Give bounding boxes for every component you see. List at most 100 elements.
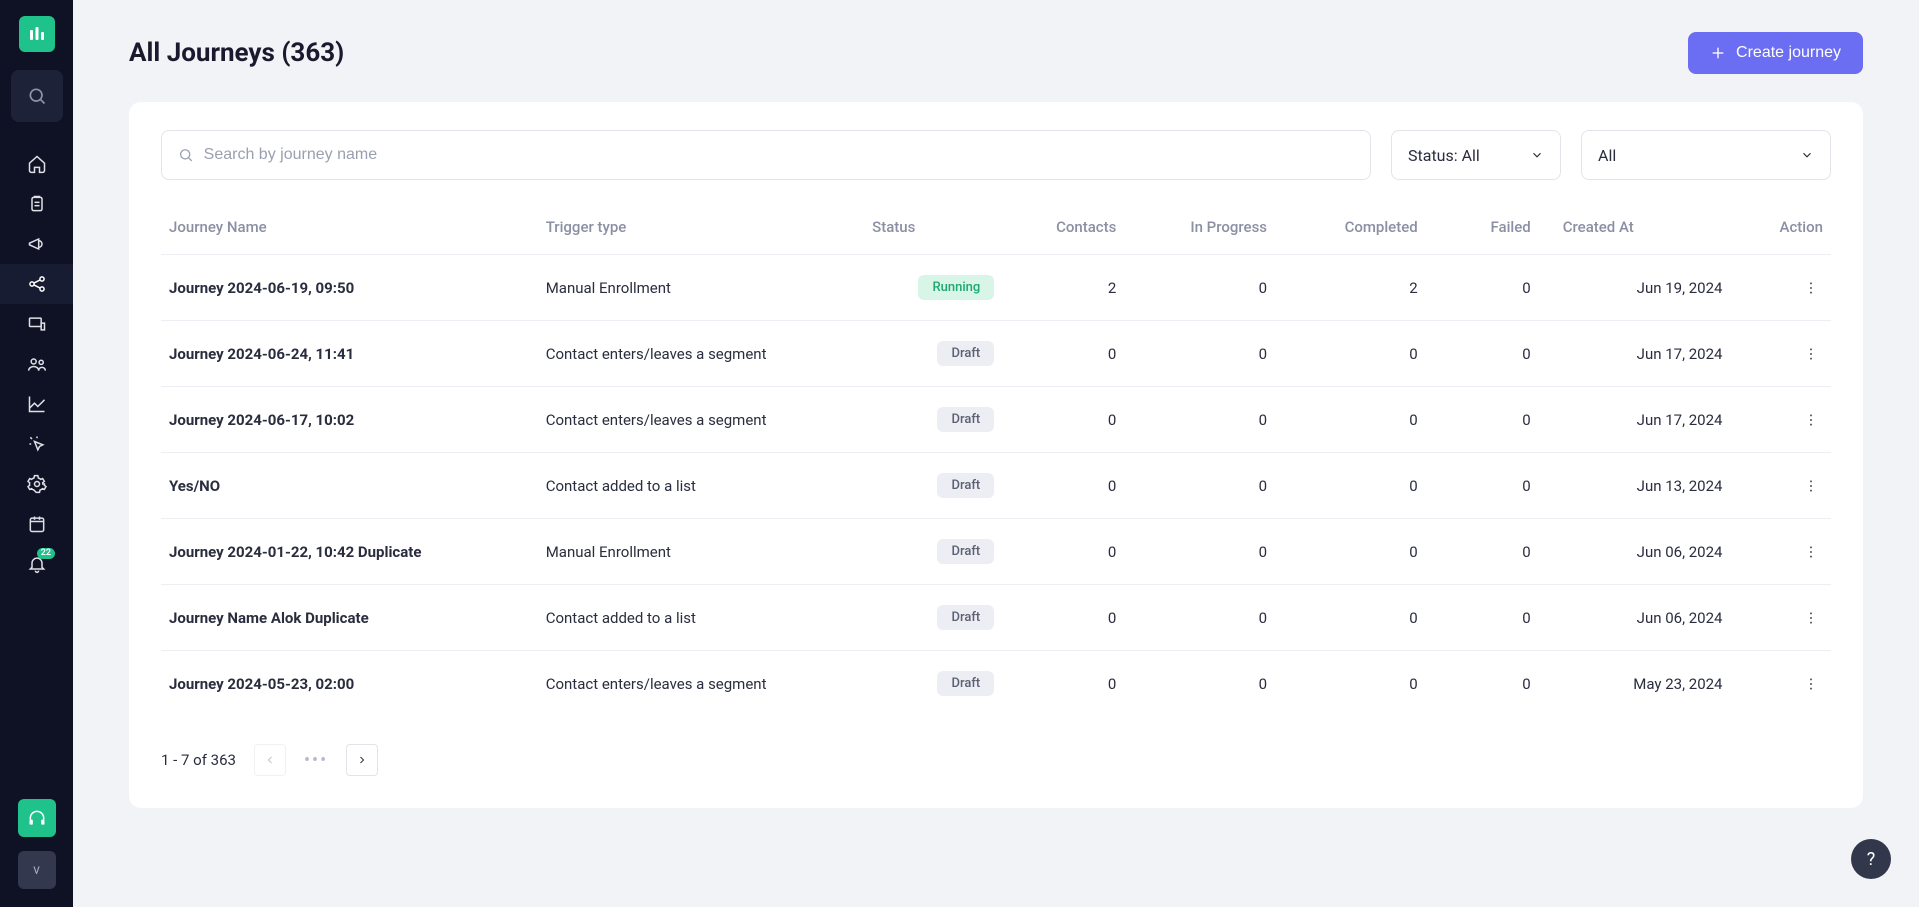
row-menu-button[interactable] <box>1799 408 1823 432</box>
journey-name-cell[interactable]: Journey 2024-06-24, 11:41 <box>161 321 538 387</box>
action-cell <box>1730 453 1831 519</box>
created-cell: Jun 17, 2024 <box>1555 387 1731 453</box>
clipboard-icon <box>27 194 47 214</box>
journey-name-cell[interactable]: Journey 2024-05-23, 02:00 <box>161 651 538 717</box>
row-menu-button[interactable] <box>1799 276 1823 300</box>
status-badge: Draft <box>937 539 994 564</box>
nav-analytics[interactable] <box>0 384 73 424</box>
nav-home[interactable] <box>0 144 73 184</box>
failed-cell: 0 <box>1442 321 1555 387</box>
nav-calendar[interactable] <box>0 504 73 544</box>
created-cell: Jun 17, 2024 <box>1555 321 1731 387</box>
action-cell <box>1730 255 1831 321</box>
completed-cell: 0 <box>1291 651 1442 717</box>
kebab-icon <box>1803 346 1819 362</box>
nav-contacts[interactable] <box>0 344 73 384</box>
journey-name-cell[interactable]: Journey Name Alok Duplicate <box>161 585 538 651</box>
inprogress-cell: 0 <box>1140 651 1291 717</box>
main-content: All Journeys (363) Create journey Status… <box>73 0 1919 907</box>
nav-clipboard[interactable] <box>0 184 73 224</box>
journeys-card: Status: All All Journey Name Trigger typ… <box>129 102 1863 808</box>
row-menu-button[interactable] <box>1799 672 1823 696</box>
row-menu-button[interactable] <box>1799 606 1823 630</box>
col-completed-header: Completed <box>1291 204 1442 255</box>
completed-cell: 0 <box>1291 453 1442 519</box>
failed-cell: 0 <box>1442 255 1555 321</box>
failed-cell: 0 <box>1442 387 1555 453</box>
failed-cell: 0 <box>1442 651 1555 717</box>
nav-journeys[interactable] <box>0 264 73 304</box>
table-row: Journey 2024-06-17, 10:02 Contact enters… <box>161 387 1831 453</box>
trigger-cell: Contact enters/leaves a segment <box>538 387 864 453</box>
search-input[interactable] <box>204 146 1354 164</box>
contacts-cell: 0 <box>1002 651 1140 717</box>
plus-icon <box>1710 45 1726 61</box>
action-cell <box>1730 585 1831 651</box>
journey-name-cell[interactable]: Journey 2024-01-22, 10:42 Duplicate <box>161 519 538 585</box>
brand-logo <box>19 16 55 52</box>
chevron-down-icon <box>1800 148 1814 162</box>
created-cell: May 23, 2024 <box>1555 651 1731 717</box>
scope-filter[interactable]: All <box>1581 130 1831 180</box>
status-cell: Draft <box>864 519 1002 585</box>
trigger-cell: Manual Enrollment <box>538 255 864 321</box>
search-journey-box[interactable] <box>161 130 1371 180</box>
trigger-cell: Contact enters/leaves a segment <box>538 321 864 387</box>
create-journey-label: Create journey <box>1736 44 1841 62</box>
contacts-cell: 0 <box>1002 585 1140 651</box>
nav-notifications[interactable]: 22 <box>0 544 73 584</box>
journey-name-cell[interactable]: Journey 2024-06-19, 09:50 <box>161 255 538 321</box>
cursor-click-icon <box>27 434 47 454</box>
prev-page-button[interactable] <box>254 744 286 776</box>
support-button[interactable] <box>18 799 56 837</box>
created-cell: Jun 13, 2024 <box>1555 453 1731 519</box>
kebab-icon <box>1803 478 1819 494</box>
next-page-button[interactable] <box>346 744 378 776</box>
col-inprogress-header: In Progress <box>1140 204 1291 255</box>
contacts-cell: 0 <box>1002 387 1140 453</box>
status-cell: Running <box>864 255 1002 321</box>
chevron-right-icon <box>356 754 368 766</box>
help-button[interactable]: ? <box>1851 839 1891 879</box>
nav-icons: 22 <box>0 144 73 584</box>
completed-cell: 0 <box>1291 519 1442 585</box>
created-cell: Jun 19, 2024 <box>1555 255 1731 321</box>
status-badge: Draft <box>937 407 994 432</box>
nav-settings[interactable] <box>0 464 73 504</box>
trigger-cell: Contact enters/leaves a segment <box>538 651 864 717</box>
kebab-icon <box>1803 676 1819 692</box>
inprogress-cell: 0 <box>1140 255 1291 321</box>
col-trigger-header: Trigger type <box>538 204 864 255</box>
nav-announce[interactable] <box>0 224 73 264</box>
create-journey-button[interactable]: Create journey <box>1688 32 1863 74</box>
home-icon <box>27 154 47 174</box>
status-filter[interactable]: Status: All <box>1391 130 1561 180</box>
nav-engage[interactable] <box>0 424 73 464</box>
kebab-icon <box>1803 412 1819 428</box>
inprogress-cell: 0 <box>1140 585 1291 651</box>
journeys-table: Journey Name Trigger type Status Contact… <box>161 204 1831 716</box>
search-icon <box>27 86 47 106</box>
trigger-cell: Contact added to a list <box>538 585 864 651</box>
journey-name-cell[interactable]: Journey 2024-06-17, 10:02 <box>161 387 538 453</box>
table-header-row: Journey Name Trigger type Status Contact… <box>161 204 1831 255</box>
sidebar: 22 v <box>0 0 73 907</box>
row-menu-button[interactable] <box>1799 342 1823 366</box>
table-row: Journey 2024-06-19, 09:50 Manual Enrollm… <box>161 255 1831 321</box>
col-created-header: Created At <box>1555 204 1731 255</box>
col-status-header: Status <box>864 204 1002 255</box>
status-cell: Draft <box>864 453 1002 519</box>
col-failed-header: Failed <box>1442 204 1555 255</box>
row-menu-button[interactable] <box>1799 474 1823 498</box>
help-label: ? <box>1867 849 1876 870</box>
status-filter-label: Status: All <box>1408 146 1480 165</box>
bars-icon <box>28 25 46 43</box>
gear-icon <box>27 474 47 494</box>
nav-templates[interactable] <box>0 304 73 344</box>
action-cell <box>1730 519 1831 585</box>
pagination: 1 - 7 of 363 ••• <box>161 744 1831 776</box>
journey-name-cell[interactable]: Yes/NO <box>161 453 538 519</box>
sidebar-search-button[interactable] <box>11 70 63 122</box>
user-avatar[interactable]: v <box>18 851 56 889</box>
row-menu-button[interactable] <box>1799 540 1823 564</box>
